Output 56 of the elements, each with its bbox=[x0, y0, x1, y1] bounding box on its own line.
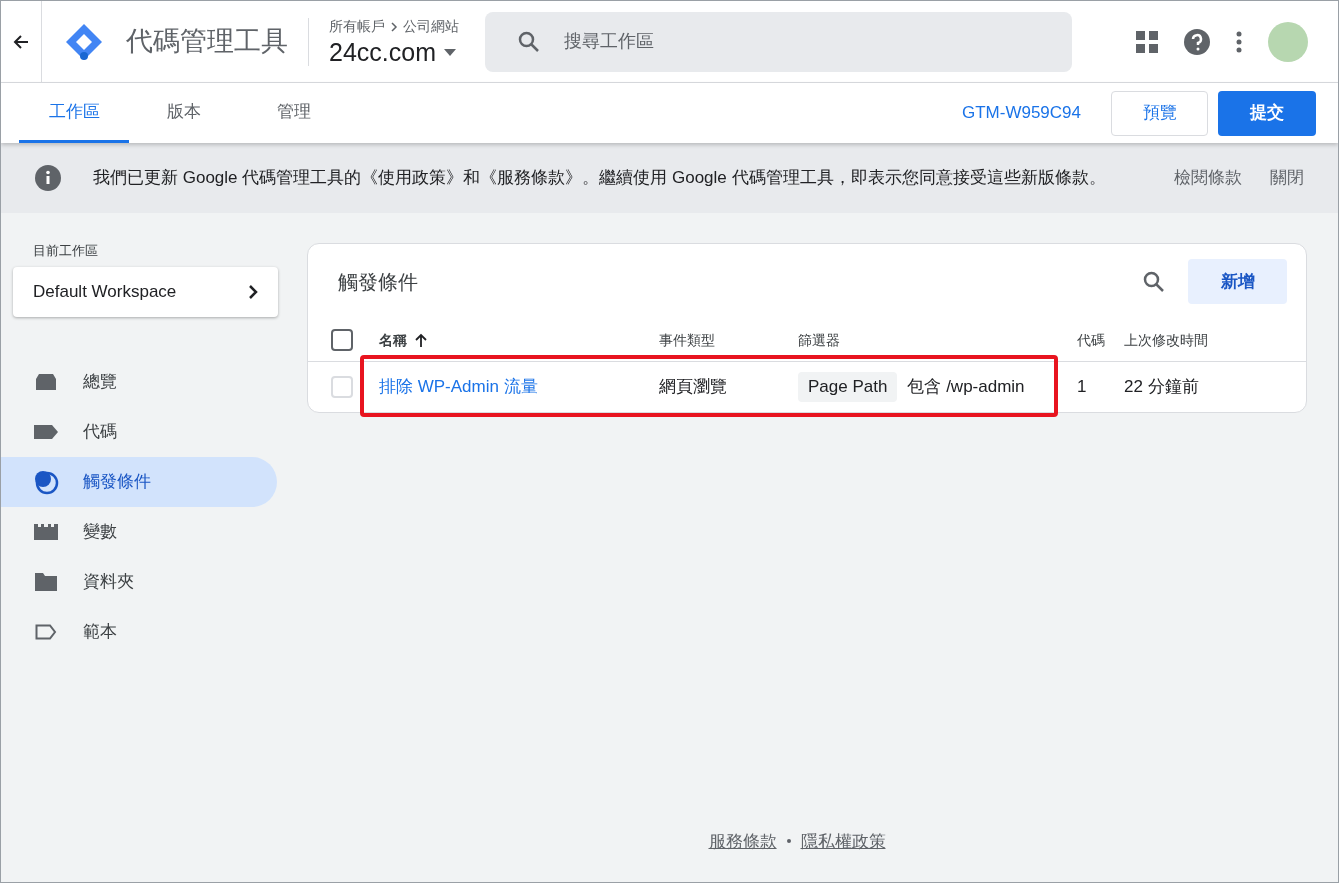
circles-icon bbox=[33, 468, 59, 495]
event-type-cell-text: 網頁瀏覽 bbox=[659, 376, 728, 399]
container-id-link[interactable]: GTM-W959C94 bbox=[961, 100, 1081, 126]
column-header: 事件類型 bbox=[659, 330, 716, 350]
filter-rule-cell-text: 包含 /wp-admin bbox=[907, 376, 1025, 399]
breadcrumb-link[interactable]: 公司網站 bbox=[403, 16, 459, 37]
tag-count-cell-text: 1 bbox=[1077, 376, 1088, 399]
back-arrow-icon bbox=[13, 33, 29, 50]
filter-variable-chip: Page Path bbox=[798, 372, 898, 402]
container-selector[interactable]: 24cc.com bbox=[329, 37, 459, 67]
nav-item[interactable]: 總覽 bbox=[1, 356, 277, 407]
column-header: 代碼 bbox=[1077, 330, 1106, 350]
preview-button[interactable]: 預覽 bbox=[1111, 90, 1208, 136]
workspace-label: 目前工作區 bbox=[33, 242, 99, 260]
column-header: 篩選器 bbox=[798, 330, 841, 350]
more-vertical-icon[interactable] bbox=[1236, 30, 1242, 53]
chevron-right-icon bbox=[389, 21, 399, 32]
product-title: 代碼管理工具 bbox=[126, 25, 288, 59]
nav-item[interactable]: 變數 bbox=[1, 506, 277, 557]
sort-arrow-icon bbox=[415, 333, 427, 347]
banner-action-button[interactable]: 檢閱條款 bbox=[1174, 165, 1242, 191]
tray-icon bbox=[34, 372, 58, 391]
row-checkbox[interactable] bbox=[331, 376, 353, 398]
column-header[interactable]: 名稱 bbox=[379, 329, 407, 351]
breadcrumb-link[interactable]: 所有帳戶 bbox=[329, 16, 385, 37]
search-field[interactable]: 搜尋工作區 bbox=[485, 11, 1072, 72]
help-icon[interactable] bbox=[1184, 28, 1210, 55]
nav-item[interactable]: 範本 bbox=[1, 606, 277, 657]
banner-action-button[interactable]: 關閉 bbox=[1270, 165, 1304, 191]
tab[interactable]: 管理 bbox=[239, 83, 349, 143]
submit-button[interactable]: 提交 bbox=[1218, 90, 1316, 136]
label-icon bbox=[34, 424, 58, 439]
workspace-selector[interactable]: Default Workspace bbox=[13, 266, 278, 317]
nav-item[interactable]: 資料夾 bbox=[1, 556, 277, 607]
apps-grid-icon[interactable] bbox=[1136, 30, 1158, 53]
search-icon bbox=[517, 29, 541, 54]
footer-link[interactable]: 隱私權政策 bbox=[800, 828, 886, 854]
column-header: 上次修改時間 bbox=[1124, 330, 1208, 350]
info-icon bbox=[35, 165, 61, 191]
search-icon[interactable] bbox=[1142, 269, 1166, 294]
nav-item[interactable]: 代碼 bbox=[1, 406, 277, 457]
nav-item[interactable]: 觸發條件 bbox=[1, 456, 277, 507]
footer-link[interactable]: 服務條款 bbox=[708, 828, 777, 854]
modified-time-cell-text: 22 分鐘前 bbox=[1124, 376, 1199, 399]
label-outline-icon bbox=[35, 623, 57, 640]
select-all-checkbox[interactable] bbox=[331, 329, 353, 351]
folder-icon bbox=[35, 572, 57, 591]
chevron-right-icon bbox=[248, 283, 258, 300]
trigger-name-link[interactable]: 排除 WP-Admin 流量 bbox=[379, 374, 659, 400]
tab[interactable]: 版本 bbox=[129, 83, 239, 143]
diamond-logo-icon bbox=[64, 21, 104, 62]
brick-icon bbox=[34, 523, 58, 540]
new-button[interactable]: 新增 bbox=[1188, 259, 1287, 304]
notice-text: 我們已更新 Google 代碼管理工具的《使用政策》和《服務條款》。繼續使用 Google 代碼管理工具，即表示您同意接受這些新版條款。 bbox=[93, 167, 1106, 190]
card-title: 觸發條件 bbox=[338, 269, 418, 295]
caret-icon bbox=[444, 48, 456, 56]
